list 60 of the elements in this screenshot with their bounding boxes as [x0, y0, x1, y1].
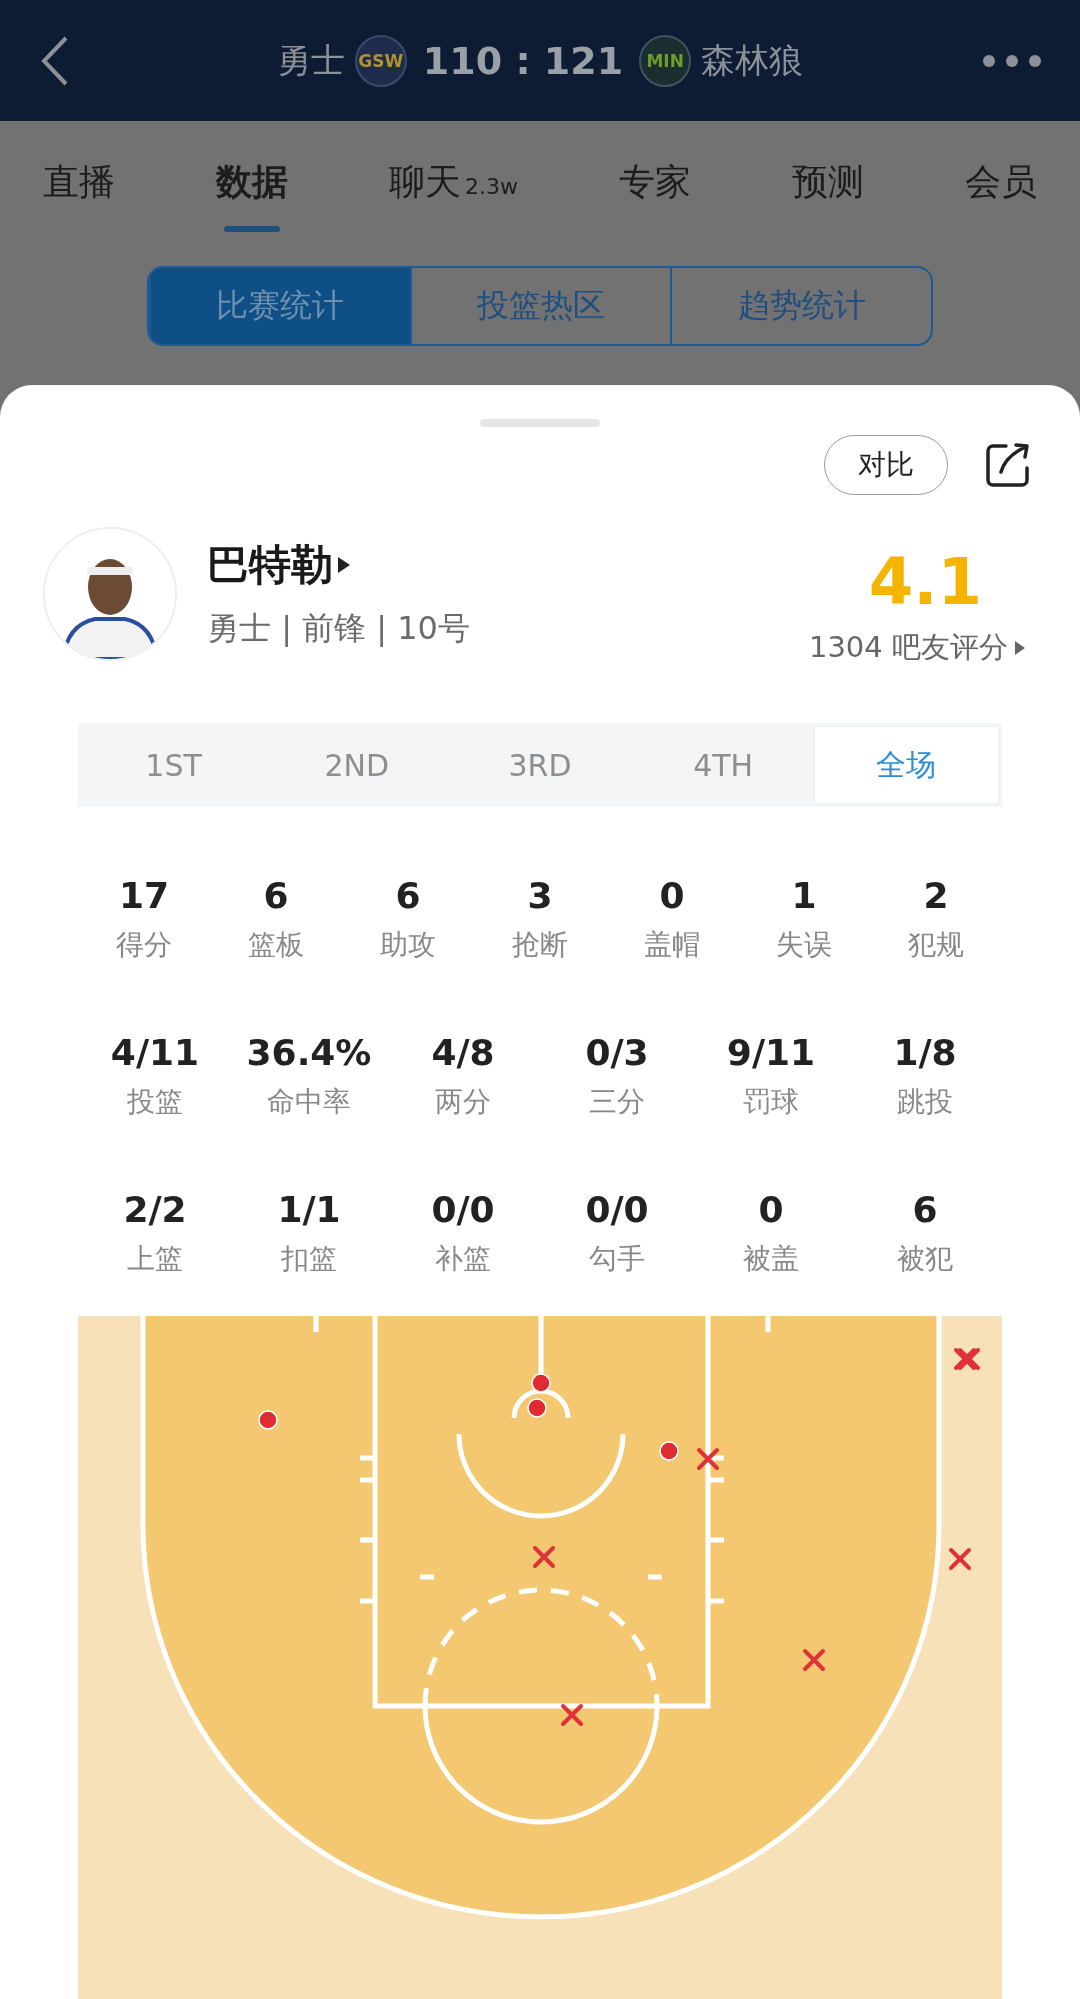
nav-tab[interactable]: 专家: [619, 121, 691, 240]
stat-label: 上篮: [127, 1241, 183, 1277]
stat-label: 勾手: [589, 1241, 645, 1277]
period-tab[interactable]: 2ND: [265, 727, 449, 803]
team-name: 森林狼: [701, 38, 804, 82]
team-name: 勇士: [276, 38, 345, 82]
stat-label: 被盖: [743, 1241, 799, 1277]
stat-value: 6: [263, 875, 289, 916]
stat-label: 篮板: [248, 927, 304, 963]
stat-label: 犯规: [908, 927, 964, 963]
stat-value: 0/0: [585, 1189, 649, 1230]
stat-value: 2/2: [123, 1189, 187, 1230]
stat-value: 1/8: [893, 1032, 957, 1073]
team-logo: GSW: [354, 34, 407, 87]
stat-value: 0/3: [585, 1032, 649, 1073]
stat-label: 得分: [116, 927, 172, 963]
period-tab[interactable]: 全场: [814, 727, 998, 803]
stat-value: 0: [659, 875, 685, 916]
nav-tab[interactable]: 聊天 2.3w: [389, 121, 518, 240]
stat-label: 扣篮: [281, 1241, 337, 1277]
period-tab[interactable]: 4TH: [631, 727, 815, 803]
nav-tab[interactable]: 会员: [965, 121, 1037, 240]
stat-value: 1: [791, 875, 817, 916]
segment-tab[interactable]: 比赛统计: [149, 268, 410, 344]
stat-value: 3: [527, 875, 553, 916]
stat-label: 抢断: [512, 927, 568, 963]
stat-label: 补篮: [435, 1241, 491, 1277]
stat-value: 1/1: [277, 1189, 341, 1230]
compare-button[interactable]: 对比: [824, 435, 948, 495]
nav-tab[interactable]: 直播: [43, 121, 115, 240]
rating-count[interactable]: 1304 吧友评分: [808, 628, 1008, 668]
player-name[interactable]: 巴特勒: [207, 537, 333, 593]
stat-label: 跳投: [897, 1084, 953, 1120]
period-tab[interactable]: 3RD: [448, 727, 632, 803]
stat-value: 4/11: [110, 1032, 200, 1073]
nav-tab[interactable]: 数据: [216, 121, 288, 240]
stat-label: 助攻: [380, 927, 436, 963]
stat-value: 36.4%: [246, 1032, 372, 1073]
stat-label: 盖帽: [644, 927, 700, 963]
nav-tab[interactable]: 预测: [792, 121, 864, 240]
player-info: 勇士 | 前锋 | 10号: [207, 608, 471, 649]
player-rating: 4.1: [868, 550, 982, 614]
stat-label: 被犯: [897, 1241, 953, 1277]
stat-label: 两分: [435, 1084, 491, 1120]
stat-label: 三分: [589, 1084, 645, 1120]
stat-value: 6: [912, 1189, 938, 1230]
period-tab[interactable]: 1ST: [82, 727, 266, 803]
stat-label: 投篮: [127, 1084, 183, 1120]
stat-value: 0: [758, 1189, 784, 1230]
stat-value: 2: [923, 875, 949, 916]
stat-value: 0/0: [431, 1189, 495, 1230]
stat-label: 命中率: [267, 1084, 351, 1120]
stat-value: 6: [395, 875, 421, 916]
team-logo: MIN: [639, 34, 692, 87]
stat-value: 17: [118, 875, 170, 916]
stat-label: 失误: [776, 927, 832, 963]
stat-label: 罚球: [743, 1084, 799, 1120]
score: 110 : 121: [422, 38, 624, 83]
stat-value: 4/8: [431, 1032, 495, 1073]
stat-value: 9/11: [726, 1032, 816, 1073]
